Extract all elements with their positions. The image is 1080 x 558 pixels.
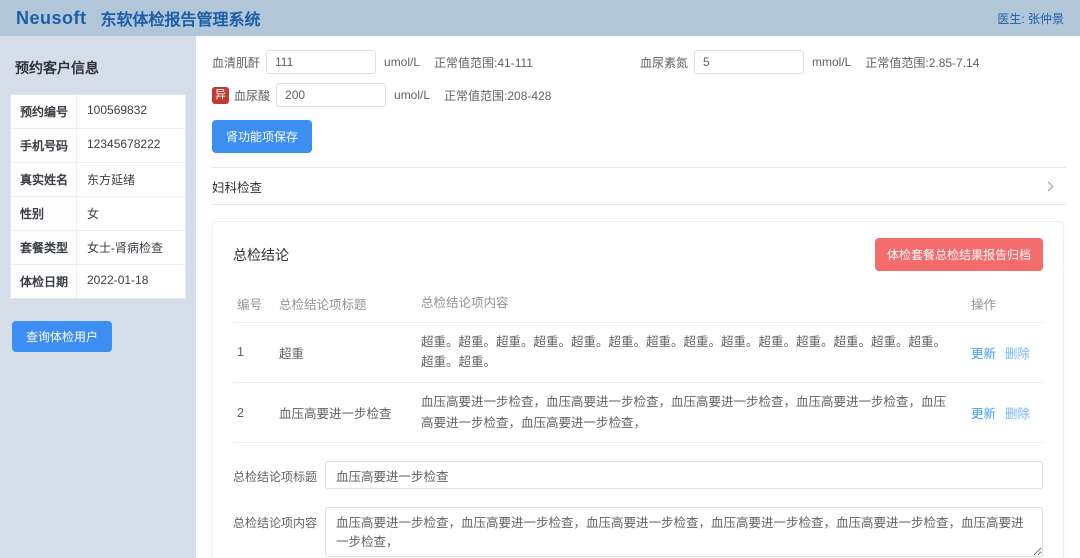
serum-creatinine-input[interactable] — [266, 50, 376, 74]
customer-info-table: 预约编号 100569832 手机号码 12345678222 真实姓名 东方延… — [10, 94, 186, 299]
row-actions: 更新删除 — [971, 403, 1043, 422]
chevron-right-icon — [1044, 181, 1054, 191]
row-actions: 更新删除 — [971, 343, 1043, 362]
info-row-phone: 手机号码 12345678222 — [11, 129, 185, 163]
col-header-title: 总检结论项标题 — [279, 294, 421, 313]
info-row-real-name: 真实姓名 东方延绪 — [11, 163, 185, 197]
sidebar-title: 预约客户信息 — [15, 58, 186, 78]
conclusion-table: 编号 总检结论项标题 总检结论项内容 操作 1 超重 超重。超重。超重。超重。超… — [233, 285, 1043, 443]
table-row: 2 血压高要进一步检查 血压高要进一步检查，血压高要进一步检查，血压高要进一步检… — [233, 383, 1043, 443]
conclusion-content-form-row: 总检结论项内容 血压高要进一步检查，血压高要进一步检查，血压高要进一步检查，血压… — [233, 507, 1043, 557]
info-label: 手机号码 — [11, 129, 77, 162]
lab-normal-range: 正常值范围:41-111 — [434, 54, 533, 71]
query-exam-user-button[interactable]: 查询体检用户 — [12, 321, 112, 352]
row-no: 2 — [233, 406, 279, 420]
row-content: 超重。超重。超重。超重。超重。超重。超重。超重。超重。超重。超重。超重。超重。超… — [421, 332, 971, 373]
neusoft-logo: Neusoft — [16, 8, 87, 29]
info-value: 2022-01-18 — [77, 265, 185, 298]
row-content: 血压高要进一步检查，血压高要进一步检查，血压高要进一步检查，血压高要进一步检查，… — [421, 392, 971, 433]
lab-unit: umol/L — [384, 55, 420, 69]
conclusion-card-header: 总检结论 体检套餐总检结果报告归档 — [233, 238, 1043, 271]
row-no: 1 — [233, 345, 279, 359]
col-header-no: 编号 — [233, 294, 279, 313]
lab-normal-range: 正常值范围:2.85-7.14 — [865, 54, 979, 71]
info-label: 真实姓名 — [11, 163, 77, 196]
lab-unit: mmol/L — [812, 55, 851, 69]
delete-link[interactable]: 删除 — [1005, 347, 1030, 361]
lab-label: 血清肌酐 — [212, 54, 260, 71]
abnormal-badge-icon: 异 — [212, 87, 229, 104]
conclusion-table-header-row: 编号 总检结论项标题 总检结论项内容 操作 — [233, 285, 1043, 323]
info-value: 12345678222 — [77, 129, 185, 162]
conclusion-title: 总检结论 — [233, 245, 289, 265]
lab-item-blood-uric-acid: 异 血尿酸 umol/L 正常值范围:208-428 — [212, 83, 551, 107]
save-kidney-function-button[interactable]: 肾功能项保存 — [212, 120, 312, 153]
row-title: 超重 — [279, 343, 421, 362]
lab-label: 血尿酸 — [234, 87, 270, 104]
info-label: 预约编号 — [11, 95, 77, 128]
collapse-panel-gynecology[interactable]: 妇科检查 — [212, 167, 1066, 205]
doctor-name-label: 医生: 张仲景 — [997, 10, 1064, 27]
main-content: 血清肌酐 umol/L 正常值范围:41-111 血尿素氮 mmol/L 正常值… — [196, 36, 1080, 558]
info-row-gender: 性别 女 — [11, 197, 185, 231]
lab-item-serum-creatinine: 血清肌酐 umol/L 正常值范围:41-111 — [212, 50, 640, 74]
info-label: 体检日期 — [11, 265, 77, 298]
app-header: Neusoft 东软体检报告管理系统 医生: 张仲景 — [0, 0, 1080, 36]
info-value: 女士-肾病检查 — [77, 231, 185, 264]
blood-uric-acid-input[interactable] — [276, 83, 386, 107]
row-title: 血压高要进一步检查 — [279, 403, 421, 422]
blood-urea-nitrogen-input[interactable] — [694, 50, 804, 74]
info-label: 套餐类型 — [11, 231, 77, 264]
archive-report-button[interactable]: 体检套餐总检结果报告归档 — [875, 238, 1043, 271]
info-row-booking-no: 预约编号 100569832 — [11, 95, 185, 129]
conclusion-title-label: 总检结论项标题 — [233, 461, 325, 489]
lab-normal-range: 正常值范围:208-428 — [444, 87, 551, 104]
update-link[interactable]: 更新 — [971, 347, 996, 361]
col-header-ops: 操作 — [971, 294, 1043, 313]
sidebar: 预约客户信息 预约编号 100569832 手机号码 12345678222 真… — [0, 36, 196, 558]
conclusion-title-form-row: 总检结论项标题 — [233, 461, 1043, 489]
update-link[interactable]: 更新 — [971, 407, 996, 421]
lab-unit: umol/L — [394, 88, 430, 102]
conclusion-title-input[interactable] — [325, 461, 1043, 489]
conclusion-card: 总检结论 体检套餐总检结果报告归档 编号 总检结论项标题 总检结论项内容 操作 … — [212, 221, 1064, 558]
info-label: 性别 — [11, 197, 77, 230]
info-value: 东方延绪 — [77, 163, 185, 196]
info-row-package-type: 套餐类型 女士-肾病检查 — [11, 231, 185, 265]
collapse-panel-label: 妇科检查 — [212, 177, 262, 196]
lab-item-blood-urea-nitrogen: 血尿素氮 mmol/L 正常值范围:2.85-7.14 — [640, 50, 979, 74]
app-title: 东软体检报告管理系统 — [101, 6, 261, 30]
info-value: 女 — [77, 197, 185, 230]
info-row-exam-date: 体检日期 2022-01-18 — [11, 265, 185, 298]
conclusion-content-label: 总检结论项内容 — [233, 507, 325, 557]
delete-link[interactable]: 删除 — [1005, 407, 1030, 421]
lab-label: 血尿素氮 — [640, 54, 688, 71]
kidney-function-section: 血清肌酐 umol/L 正常值范围:41-111 血尿素氮 mmol/L 正常值… — [212, 50, 1066, 167]
table-row: 1 超重 超重。超重。超重。超重。超重。超重。超重。超重。超重。超重。超重。超重… — [233, 323, 1043, 383]
col-header-content: 总检结论项内容 — [421, 293, 971, 314]
info-value: 100569832 — [77, 95, 185, 128]
conclusion-content-textarea[interactable]: 血压高要进一步检查，血压高要进一步检查，血压高要进一步检查，血压高要进一步检查，… — [325, 507, 1043, 557]
